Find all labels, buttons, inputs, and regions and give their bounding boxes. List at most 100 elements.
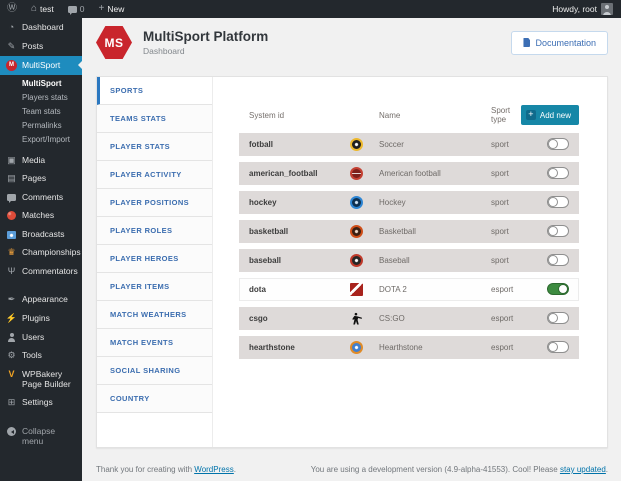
tab-player-items[interactable]: PLAYER ITEMS (97, 273, 212, 301)
sidebar-item-label: Dashboard (22, 22, 64, 32)
documentation-button[interactable]: Documentation (511, 30, 608, 55)
tab-sports[interactable]: SPORTS (97, 77, 212, 105)
sport-type: sport (491, 169, 509, 178)
tab-match-weathers[interactable]: MATCH WEATHERS (97, 301, 212, 329)
sidebar-item-pages[interactable]: ▤ Pages (0, 169, 82, 188)
tab-country[interactable]: COUNTRY (97, 385, 212, 413)
plugins-icon: ⚡ (5, 313, 18, 324)
submenu-item-export-import[interactable]: Export/Import (0, 133, 82, 147)
sidebar-item-label: Settings (22, 397, 53, 408)
sidebar-item-championships[interactable]: ♛ Championships (0, 243, 82, 262)
toggle-knob (548, 138, 558, 149)
sidebar-item-users[interactable]: Users (0, 328, 82, 346)
sidebar-item-wpbakery-page-builder[interactable]: V WPBakery Page Builder (0, 365, 82, 393)
enable-toggle-csgo[interactable] (547, 311, 569, 324)
sport-row-hockey: hockey Hockey sport (239, 191, 579, 214)
submenu-item-team-stats[interactable]: Team stats (0, 105, 82, 119)
sidebar-item-label: Posts (22, 40, 44, 51)
toggle-cell (547, 166, 579, 181)
enable-toggle-american_football[interactable] (547, 166, 569, 179)
tab-player-heroes[interactable]: PLAYER HEROES (97, 245, 212, 273)
enable-toggle-basketball[interactable] (547, 224, 569, 237)
sport-row-basketball: basketball Basketball sport (239, 220, 579, 243)
sport-name: Baseball (379, 256, 410, 265)
soccer-ball-icon (350, 138, 363, 151)
sport-row-csgo: csgo CS:GO esport (239, 307, 579, 330)
sport-type: esport (491, 314, 514, 323)
sport-name: DOTA 2 (379, 285, 407, 294)
enable-toggle-hearthstone[interactable] (547, 340, 569, 353)
sidebar-item-matches[interactable]: Matches (0, 206, 82, 224)
sidebar-item-settings[interactable]: ⊞ Settings (0, 393, 82, 412)
sidebar-item-collapse-menu[interactable]: Collapse menu (0, 422, 82, 450)
tab-player-roles[interactable]: PLAYER ROLES (97, 217, 212, 245)
sidebar-item-dashboard[interactable]: ◔ Dashboard (0, 18, 82, 37)
wordpress-link[interactable]: WordPress (194, 465, 233, 474)
column-name: Name (379, 110, 401, 120)
sidebar-item-label: Appearance (22, 294, 68, 305)
tab-teams-stats[interactable]: TEAMS STATS (97, 105, 212, 133)
add-new-label: Add new (539, 110, 571, 120)
championships-icon: ♛ (7, 246, 16, 257)
sidebar-item-plugins[interactable]: ⚡ Plugins (0, 309, 82, 328)
tab-player-stats[interactable]: PLAYER STATS (97, 133, 212, 161)
toggle-knob (548, 254, 558, 265)
toggle-knob (548, 312, 558, 323)
add-new-button[interactable]: + Add new (520, 105, 579, 125)
tab-player-activity[interactable]: PLAYER ACTIVITY (97, 161, 212, 189)
howdy-label[interactable]: Howdy, root (552, 4, 597, 14)
sport-row-hearthstone: hearthstone Hearthstone esport (239, 336, 579, 359)
sport-row-baseball: baseball Baseball sport (239, 249, 579, 272)
tab-match-events[interactable]: MATCH EVENTS (97, 329, 212, 357)
sidebar-item-posts[interactable]: ✎ Posts (0, 37, 82, 56)
sidebar-item-appearance[interactable]: ✒ Appearance (0, 290, 82, 309)
sport-type: sport (491, 227, 509, 236)
sidebar-item-label: Media (22, 154, 46, 165)
new-content-menu[interactable]: + New (91, 0, 131, 18)
submenu-item-players-stats[interactable]: Players stats (0, 91, 82, 105)
menu-separator (0, 412, 82, 422)
enable-toggle-hockey[interactable] (547, 195, 569, 208)
sport-type: sport (491, 140, 509, 149)
users-icon (6, 332, 17, 342)
tab-player-positions[interactable]: PLAYER POSITIONS (97, 189, 212, 217)
avatar[interactable] (601, 3, 613, 15)
site-name-menu[interactable]: ⌂ test (24, 0, 61, 18)
enable-toggle-baseball[interactable] (547, 253, 569, 266)
sidebar-item-commentators[interactable]: Ψ Commentators (0, 262, 82, 281)
posts-icon: ✎ (7, 40, 16, 51)
table-header: System id Name Sport type + Add new (239, 103, 579, 127)
plus-icon: + (98, 3, 105, 14)
sport-row-fotball: fotball Soccer sport (239, 133, 579, 156)
sidebar-item-tools[interactable]: ⚙ Tools (0, 346, 82, 365)
matches-icon (6, 210, 17, 221)
sport-system-id: hearthstone (249, 343, 295, 352)
sport-name: CS:GO (379, 314, 405, 323)
hearthstone-icon (350, 341, 363, 354)
dota2-icon (350, 283, 363, 296)
stay-updated-link[interactable]: stay updated (560, 465, 606, 474)
wordpress-logo-icon[interactable]: Ⓦ (0, 0, 24, 18)
enable-toggle-dota[interactable] (547, 282, 569, 295)
sidebar-item-broadcasts[interactable]: Broadcasts (0, 225, 82, 243)
enable-toggle-fotball[interactable] (547, 137, 569, 150)
tab-social-sharing[interactable]: SOCIAL SHARING (97, 357, 212, 385)
sidebar-item-multisport[interactable]: M MultiSport (0, 55, 82, 75)
broadcasts-icon (6, 229, 17, 239)
sidebar-item-label: Users (22, 331, 45, 342)
sport-icon-cell (334, 312, 379, 325)
toggle-cell (547, 195, 579, 210)
sidebar-item-media[interactable]: ▣ Media (0, 151, 82, 170)
sidebar-item-comments[interactable]: Comments (0, 188, 82, 206)
submenu-item-multisport[interactable]: MultiSport (0, 77, 82, 91)
submenu-item-permalinks[interactable]: Permalinks (0, 119, 82, 133)
settings-icon: ⊞ (7, 397, 16, 408)
sidebar: ◔ Dashboard ✎ Posts M MultiSport MultiSport Pla… (0, 18, 82, 481)
multisport-logo-icon: M (6, 59, 17, 71)
toggle-cell (547, 137, 579, 152)
comments-menu[interactable]: 0 (61, 0, 92, 18)
page-subtitle: Dashboard (143, 46, 185, 56)
sidebar-item-label: Plugins (22, 313, 50, 324)
documentation-label: Documentation (535, 37, 596, 48)
comments-count: 0 (79, 4, 85, 14)
